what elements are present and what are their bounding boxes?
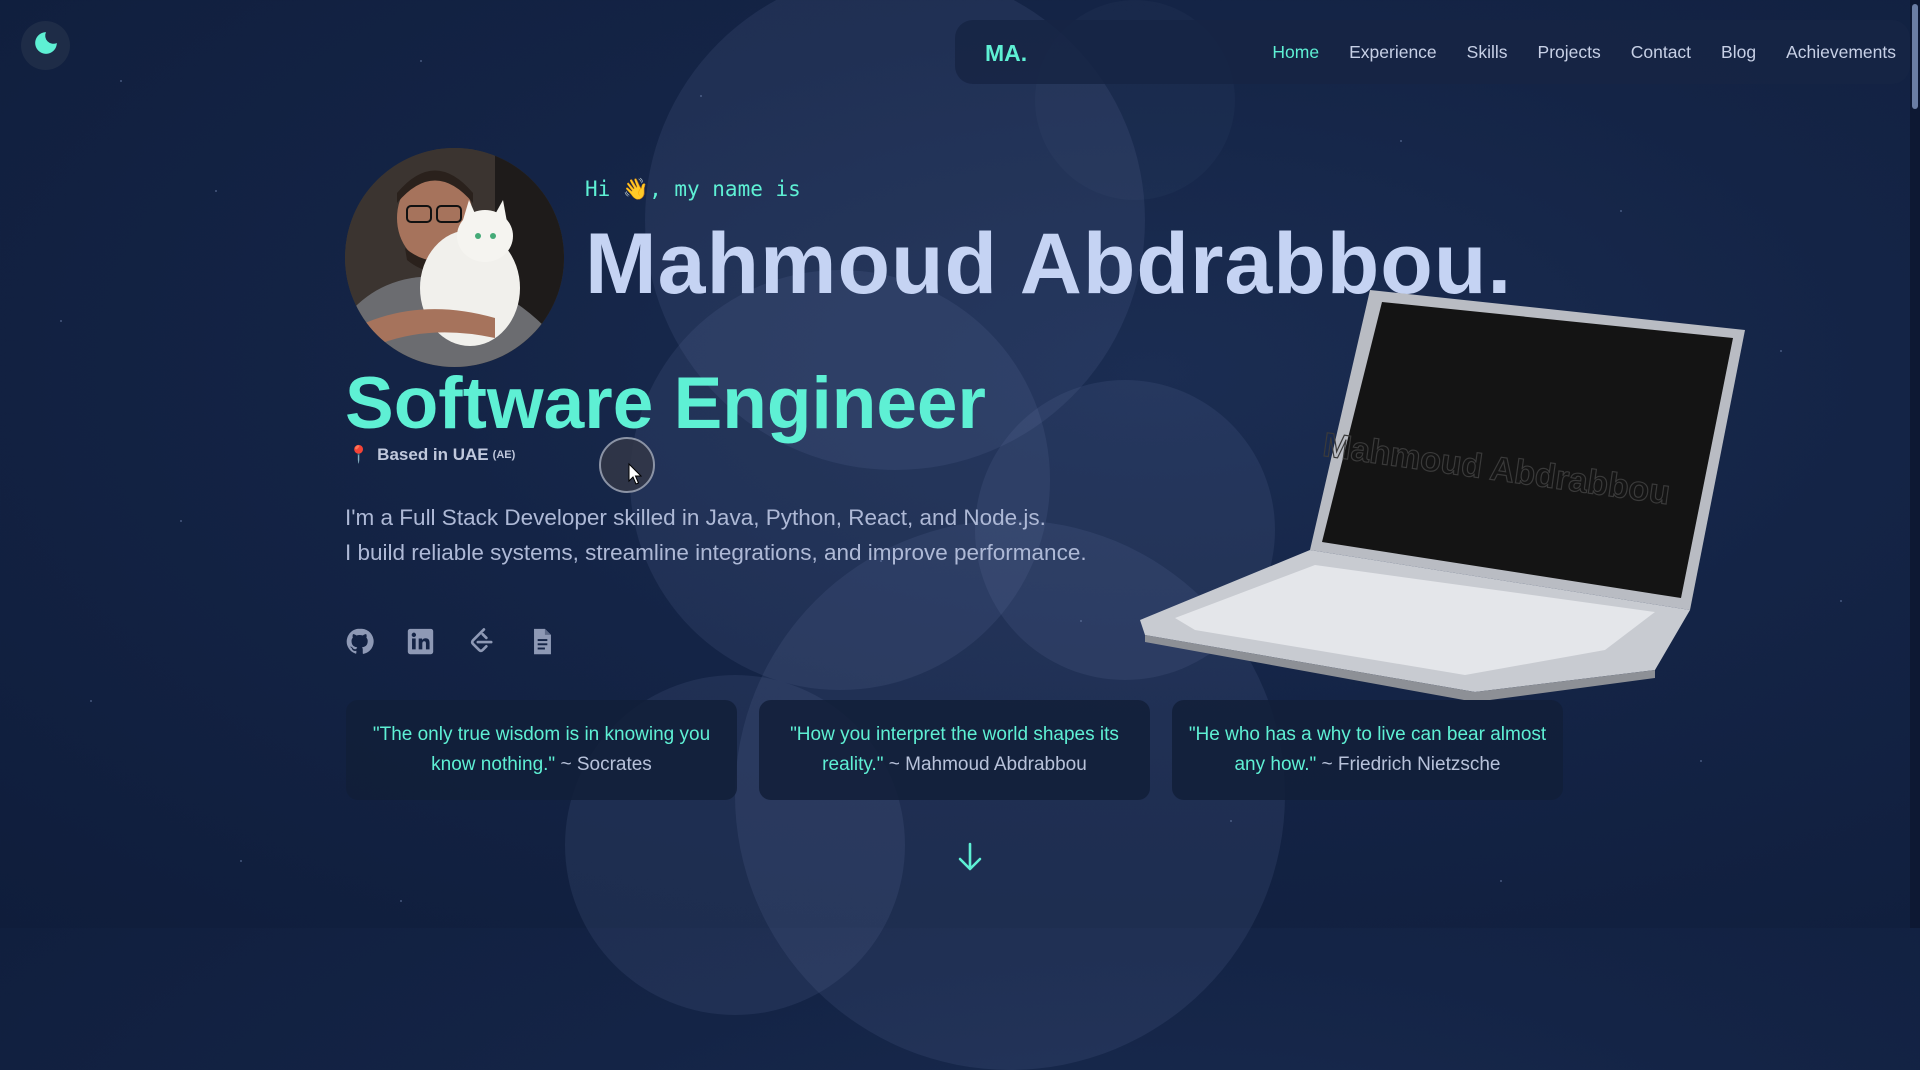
scroll-down-arrow-icon[interactable] <box>955 840 985 874</box>
profile-avatar <box>345 148 564 367</box>
bio-line: I build reliable systems, streamline int… <box>345 540 1087 565</box>
quote-author: ~ Friedrich Nietzsche <box>1321 754 1501 775</box>
moon-icon <box>33 30 59 61</box>
nav-link-home[interactable]: Home <box>1272 42 1319 63</box>
bio-line: I'm a Full Stack Developer skilled in Ja… <box>345 505 1046 530</box>
location: 📍 Based in UAE (AE) <box>348 445 515 465</box>
quote-card: "He who has a why to live can bear almos… <box>1172 700 1563 800</box>
resume-icon[interactable] <box>528 627 557 656</box>
scrollbar[interactable] <box>1910 0 1920 928</box>
github-icon[interactable] <box>345 627 374 656</box>
nav-links: Home Experience Skills Projects Contact … <box>1272 42 1896 63</box>
nav-link-projects[interactable]: Projects <box>1538 42 1601 63</box>
quote-card: "The only true wisdom is in knowing you … <box>346 700 737 800</box>
bio: I'm a Full Stack Developer skilled in Ja… <box>345 500 1087 570</box>
quotes-section: "The only true wisdom is in knowing you … <box>346 700 1563 800</box>
theme-toggle-button[interactable] <box>21 21 70 70</box>
linkedin-icon[interactable] <box>406 627 435 656</box>
navbar: MA. Home Experience Skills Projects Cont… <box>955 20 1910 84</box>
quote-text: "The only true wisdom is in knowing you … <box>372 724 711 775</box>
scrollbar-thumb[interactable] <box>1912 4 1918 109</box>
pin-icon: 📍 <box>348 445 370 464</box>
quote-author: ~ Socrates <box>560 754 652 775</box>
social-links <box>345 627 557 656</box>
nav-link-blog[interactable]: Blog <box>1721 42 1756 63</box>
location-code: (AE) <box>492 449 516 461</box>
laptop-3d-model: Mahmoud Abdrabbou <box>1135 280 1745 702</box>
quote-card: "How you interpret the world shapes its … <box>759 700 1150 800</box>
hero-role: Software Engineer <box>345 363 986 444</box>
quote-author: ~ Mahmoud Abdrabbou <box>888 754 1087 775</box>
nav-link-skills[interactable]: Skills <box>1467 42 1508 63</box>
site-logo[interactable]: MA. <box>985 40 1027 67</box>
cursor-highlight <box>599 437 655 493</box>
greeting-text: Hi 👋, my name is <box>585 177 801 201</box>
nav-link-achievements[interactable]: Achievements <box>1786 42 1896 63</box>
nav-link-experience[interactable]: Experience <box>1349 42 1437 63</box>
location-text: Based in UAE <box>377 445 489 464</box>
leetcode-icon[interactable] <box>467 627 496 656</box>
nav-link-contact[interactable]: Contact <box>1631 42 1691 63</box>
